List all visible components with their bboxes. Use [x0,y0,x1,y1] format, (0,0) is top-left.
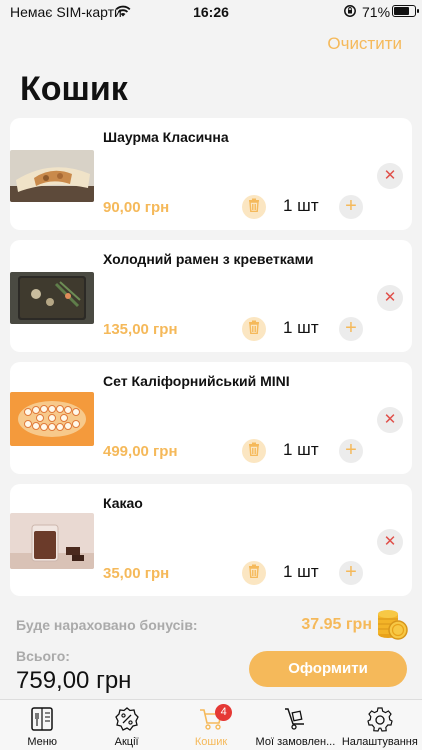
tab-label: Мої замовлен... [255,736,336,748]
tab-label: Кошик [194,736,228,748]
decrease-button[interactable] [242,439,266,463]
increase-button[interactable]: + [339,439,363,463]
page-title: Кошик [20,70,128,108]
decrease-button[interactable] [242,195,266,219]
item-price: 499,00 грн [103,443,178,460]
tab-bar: Меню Акції 4 Кошик Мої замовлен... Налаш… [0,699,422,750]
status-bar: Немає SIM-карти 16:26 71% [0,0,422,24]
cart-item[interactable]: Сет Каліфорнийський MINI 499,00 грн 1 шт… [10,362,412,474]
checkout-button[interactable]: Оформити [249,651,407,687]
remove-item-button[interactable]: ✕ [377,163,403,189]
tab-promotions[interactable]: Акції [84,700,168,750]
item-name: Холодний рамен з креветками [103,251,314,267]
gear-icon [367,706,393,732]
item-quantity: 1 шт [283,196,319,215]
tab-label: Меню [27,736,58,748]
coins-icon [376,608,408,642]
cart-count-badge: 4 [215,704,233,721]
trash-icon [248,198,260,217]
close-icon: ✕ [383,533,397,550]
item-name: Шаурма Класична [103,129,229,145]
close-icon: ✕ [383,167,397,184]
item-quantity: 1 шт [283,318,319,337]
shawarma-image [10,150,94,202]
trash-icon [248,320,260,339]
tab-label: Налаштування [341,736,418,748]
ramen-image [10,272,94,324]
cart-item[interactable]: Какао 35,00 грн 1 шт + ✕ [10,484,412,596]
bonus-value: 37.95 грн [301,616,372,633]
cart-list: Шаурма Класична 90,00 грн 1 шт + ✕ Холод… [10,118,412,606]
clear-cart-button[interactable]: Очистити [327,34,402,54]
close-icon: ✕ [383,411,397,428]
increase-button[interactable]: + [339,195,363,219]
cart-item[interactable]: Шаурма Класична 90,00 грн 1 шт + ✕ [10,118,412,230]
battery-percent: 71% [362,4,391,20]
increase-button[interactable]: + [339,317,363,341]
item-quantity: 1 шт [283,440,319,459]
decrease-button[interactable] [242,561,266,585]
remove-item-button[interactable]: ✕ [377,529,403,555]
tab-cart[interactable]: 4 Кошик [169,700,253,750]
tab-orders[interactable]: Мої замовлен... [253,700,337,750]
total-value: 759,00 грн [16,667,132,694]
menu-book-icon [29,706,55,732]
discount-icon [114,706,140,732]
battery-icon [392,5,419,17]
trash-icon [248,564,260,583]
tab-settings[interactable]: Налаштування [338,700,422,750]
item-price: 35,00 грн [103,565,170,582]
cocoa-image [10,513,94,569]
item-name: Какао [103,495,143,511]
item-price: 90,00 грн [103,199,170,216]
sushi-set-image [10,392,94,446]
item-name: Сет Каліфорнийський MINI [103,373,290,389]
clock: 16:26 [193,4,229,20]
remove-item-button[interactable]: ✕ [377,407,403,433]
cart-item[interactable]: Холодний рамен з креветками 135,00 грн 1… [10,240,412,352]
decrease-button[interactable] [242,317,266,341]
tab-label: Акції [114,736,139,748]
trash-icon [248,442,260,461]
plus-icon: + [345,439,357,461]
plus-icon: + [345,561,357,583]
plus-icon: + [345,195,357,217]
bonus-label: Буде нараховано бонусів: [16,617,198,633]
tab-menu[interactable]: Меню [0,700,84,750]
item-price: 135,00 грн [103,321,178,338]
rotation-lock-icon [343,4,357,21]
item-quantity: 1 шт [283,562,319,581]
orders-icon [282,706,308,732]
plus-icon: + [345,317,357,339]
total-label: Всього: [16,648,70,664]
close-icon: ✕ [383,289,397,306]
remove-item-button[interactable]: ✕ [377,285,403,311]
increase-button[interactable]: + [339,561,363,585]
